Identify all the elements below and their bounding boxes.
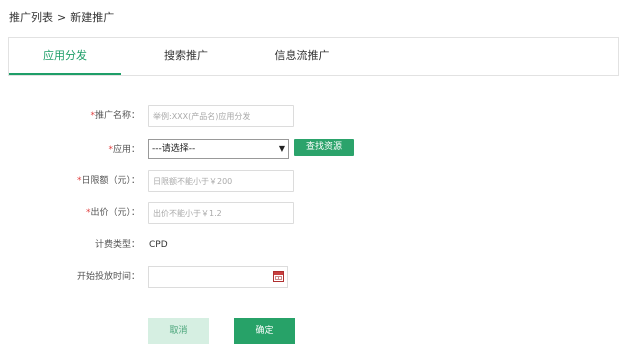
- form-row-start-time: 开始投放时间：: [0, 266, 633, 288]
- billing-type-label: 计费类型：: [94, 240, 140, 250]
- calendar-icon[interactable]: [273, 271, 284, 282]
- find-resource-button[interactable]: 查找资源: [294, 139, 354, 156]
- daily-budget-input[interactable]: [148, 170, 294, 192]
- breadcrumb-current: 新建推广: [70, 11, 115, 24]
- tab-feed-promotion[interactable]: 信息流推广: [261, 38, 343, 74]
- form-row-bid: *出价（元）：: [0, 202, 633, 224]
- start-time-label: 开始投放时间：: [76, 272, 140, 282]
- breadcrumb-separator: >: [57, 11, 67, 24]
- breadcrumb: 推广列表 > 新建推广: [9, 9, 114, 25]
- app-select[interactable]: ---请选择-- ▼: [148, 139, 289, 159]
- name-label: *推广名称：: [90, 111, 140, 121]
- tab-search-promotion[interactable]: 搜索推广: [151, 38, 221, 74]
- app-label: *应用：: [108, 145, 140, 155]
- billing-type-value: CPD: [149, 240, 168, 250]
- daily-budget-label: *日限额（元）：: [76, 176, 140, 186]
- start-time-input[interactable]: [148, 266, 288, 288]
- cancel-button[interactable]: 取消: [148, 318, 209, 344]
- form-row-billing-type: 计费类型： CPD: [0, 234, 633, 256]
- tab-app-distribution[interactable]: 应用分发: [9, 38, 121, 75]
- form-row-app: *应用： ---请选择-- ▼ 查找资源: [0, 139, 633, 161]
- confirm-button[interactable]: 确定: [234, 318, 295, 344]
- dropdown-arrow-icon: ▼: [278, 144, 285, 153]
- bid-label: *出价（元）：: [85, 208, 140, 218]
- form-row-daily-budget: *日限额（元）：: [0, 170, 633, 192]
- page: 推广列表 >新建推广 应用分发 搜索推广 信息流推广 *推广名称： *应用： --…: [0, 0, 633, 352]
- promotion-name-input[interactable]: [148, 105, 294, 127]
- form-row-name: *推广名称：: [0, 105, 633, 127]
- bid-input[interactable]: [148, 202, 294, 224]
- breadcrumb-parent[interactable]: 推广列表: [9, 11, 53, 24]
- tab-bar: 应用分发 搜索推广 信息流推广: [8, 37, 619, 76]
- app-select-value: ---请选择--: [152, 144, 196, 154]
